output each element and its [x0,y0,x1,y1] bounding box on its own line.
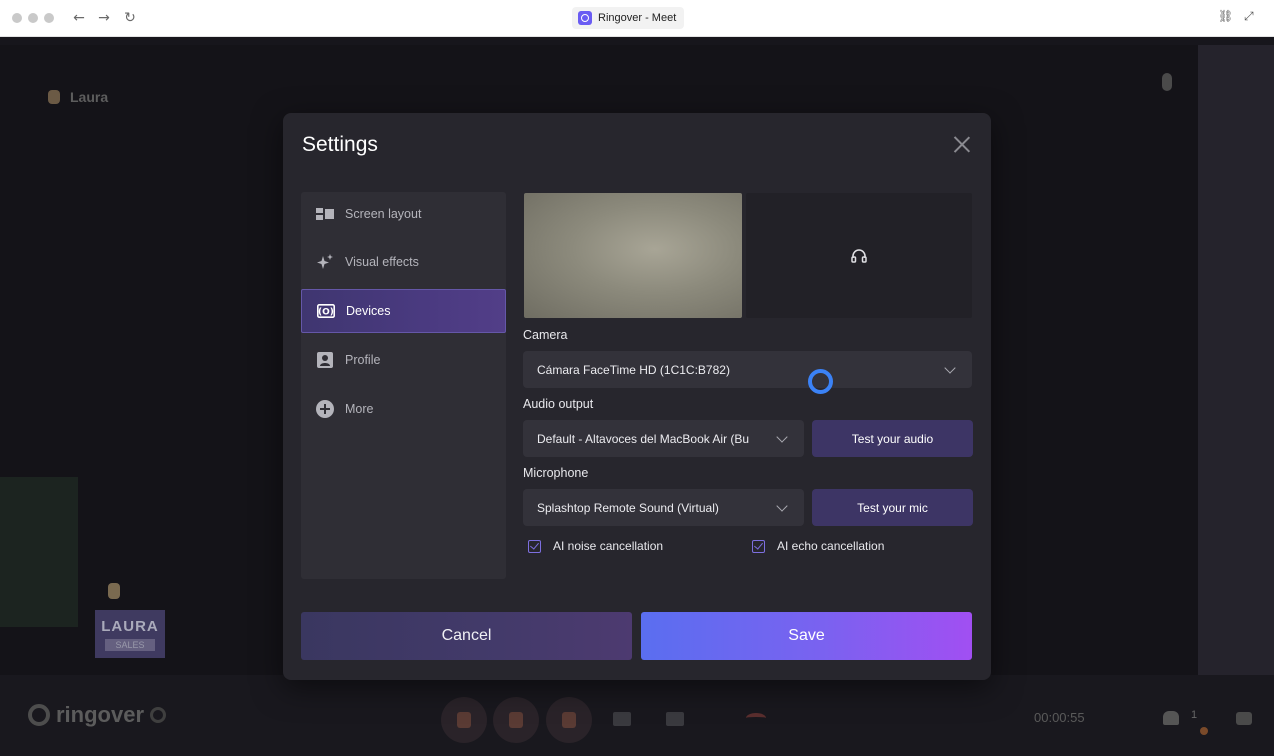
participant-name: Laura [70,89,109,105]
test-mic-button[interactable]: Test your mic [812,489,973,526]
raised-hand-icon [108,583,120,599]
sidebar-item-label: More [345,402,374,416]
sidebar-item-label: Profile [345,353,381,367]
link-icon[interactable]: ⛓ [1218,9,1233,23]
close-icon[interactable] [952,134,972,154]
thumbnail-blur [0,477,78,627]
noise-cancellation-label: AI noise cancellation [553,539,664,553]
sidebar-item-label: Visual effects [345,255,419,269]
mic-toggle-button[interactable] [441,697,487,743]
save-button[interactable]: Save [641,612,972,660]
forward-arrow-icon[interactable]: → [95,9,113,27]
chevron-down-icon [944,362,956,374]
chat-icon[interactable] [1236,712,1252,725]
browser-tab[interactable]: Ringover - Meet [572,7,685,29]
sidebar-item-label: Screen layout [345,207,422,221]
settings-modal: Settings Screen layout Visual effects (O… [283,113,991,680]
camera-icon [509,712,523,728]
hang-up-icon[interactable] [746,713,766,723]
sidebar-item-devices[interactable]: (O) Devices [301,289,506,333]
tab-title: Ringover - Meet [598,12,677,24]
call-timer: 00:00:55 [1034,710,1085,725]
sidebar-item-visual-effects[interactable]: Visual effects [301,240,506,284]
reload-icon[interactable]: ↻ [121,9,139,27]
camera-select[interactable]: Cámara FaceTime HD (1C1C:B782) [523,351,972,388]
expand-icon[interactable]: ⤢ [1244,9,1254,24]
devices-icon: (O) [317,303,335,319]
participant-card: LAURA SALES [95,610,165,658]
ringover-logo: ringover [28,702,167,728]
plus-circle-icon [316,400,334,418]
window-controls[interactable] [12,13,54,23]
audio-output-select[interactable]: Default - Altavoces del MacBook Air (Bu [523,420,804,457]
back-arrow-icon[interactable]: ← [70,9,88,27]
microphone-label: Microphone [523,466,589,480]
noise-cancellation-option[interactable]: AI noise cancellation [528,539,663,553]
participant-card-name: LAURA [101,617,159,635]
share-screen-icon[interactable] [613,712,631,726]
notification-dot [1200,727,1208,735]
echo-cancellation-option[interactable]: AI echo cancellation [752,539,884,553]
ringover-favicon-icon [578,11,592,25]
mic-icon [457,712,471,728]
echo-cancellation-checkbox[interactable] [752,539,765,553]
participant-count: 1 [1191,709,1198,721]
microphone-select-value: Splashtop Remote Sound (Virtual) [537,500,719,515]
chevron-down-icon [776,431,788,443]
raised-hand-icon [48,90,60,104]
camera-preview [524,193,742,318]
ringover-logo-icon [28,704,50,726]
logo-text: ringover [56,702,145,727]
audio-preview [746,193,972,318]
hand-icon [562,712,576,728]
layout-icon[interactable] [666,712,684,726]
modal-title: Settings [302,133,378,156]
audio-output-label: Audio output [523,397,594,411]
sidebar-item-label: Devices [346,304,391,318]
headphones-icon [851,248,867,263]
settings-gear-icon[interactable] [150,707,167,723]
participant-card-role: SALES [105,638,155,651]
test-audio-button[interactable]: Test your audio [812,420,973,457]
sidebar-item-screen-layout[interactable]: Screen layout [301,192,506,236]
sparkles-icon [316,254,334,270]
mic-icon [1162,73,1172,91]
browser-toolbar: ← → ↻ Ringover - Meet ⛓ ⤢ [0,0,1274,37]
participants-icon[interactable] [1163,711,1179,725]
loading-spinner-icon [808,369,833,394]
audio-output-select-value: Default - Altavoces del MacBook Air (Bu [537,431,750,446]
chevron-down-icon [776,500,788,512]
cancel-button[interactable]: Cancel [301,612,632,660]
svg-text:(O): (O) [318,308,334,318]
settings-sidebar: Screen layout Visual effects (O) Devices… [301,192,506,579]
microphone-select[interactable]: Splashtop Remote Sound (Virtual) [523,489,804,526]
screen-layout-icon [316,206,334,222]
camera-toggle-button[interactable] [493,697,539,743]
profile-icon [316,352,334,368]
noise-cancellation-checkbox[interactable] [528,539,541,553]
call-controls-bar: ringover 00:00:55 1 [0,675,1274,756]
sidebar-item-more[interactable]: More [301,387,506,431]
sidebar-item-profile[interactable]: Profile [301,338,506,382]
camera-label: Camera [523,328,568,342]
side-panel [1198,45,1274,675]
echo-cancellation-label: AI echo cancellation [777,539,885,553]
camera-select-value: Cámara FaceTime HD (1C1C:B782) [537,362,730,377]
raise-hand-button[interactable] [546,697,592,743]
participant-label: Laura [48,89,108,105]
